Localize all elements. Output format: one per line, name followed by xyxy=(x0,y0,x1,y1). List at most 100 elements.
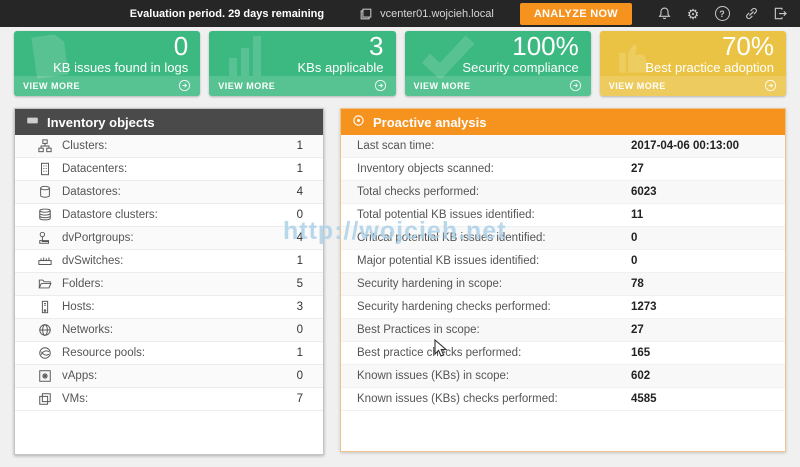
analysis-row-label: Security hardening checks performed: xyxy=(357,301,551,313)
analysis-row-known-issues-scope: Known issues (KBs) in scope: 602 xyxy=(341,365,785,388)
analysis-row-objects-scanned: Inventory objects scanned: 27 xyxy=(341,158,785,181)
card-kbs-applicable: 3 KBs applicable VIEW MORE xyxy=(209,31,396,96)
analysis-row-value: 6023 xyxy=(631,186,657,198)
card-kb-issues: 0 KB issues found in logs VIEW MORE xyxy=(14,31,201,96)
inventory-row-label: VMs: xyxy=(62,393,89,405)
inventory-row-label: Clusters: xyxy=(62,140,108,152)
inventory-row-value: 0 xyxy=(296,370,303,382)
analysis-row-value: 602 xyxy=(631,370,651,382)
datastore-clusters-icon xyxy=(37,207,53,223)
link-icon[interactable] xyxy=(743,6,759,22)
analyze-now-button[interactable]: ANALYZE NOW xyxy=(519,2,632,25)
inventory-row-label: vApps: xyxy=(62,370,98,382)
arrow-circle-icon xyxy=(178,79,191,94)
host-icon xyxy=(358,6,374,22)
analysis-row-last-scan: Last scan time: 2017-04-06 00:13:00 xyxy=(341,135,785,158)
dvswitches-icon xyxy=(37,253,53,269)
folders-icon xyxy=(37,276,53,292)
card-value: 100% xyxy=(512,31,579,61)
view-more-label: VIEW MORE xyxy=(413,81,471,91)
hosts-icon xyxy=(37,299,53,315)
vapps-icon xyxy=(37,368,53,384)
sign-out-icon[interactable] xyxy=(772,6,788,22)
inventory-panel-title: Inventory objects xyxy=(47,114,155,130)
networks-icon xyxy=(37,322,53,338)
inventory-row-vms: VMs: 7 xyxy=(15,388,323,411)
inventory-row-value: 3 xyxy=(296,301,303,313)
analysis-row-label: Total potential KB issues identified: xyxy=(357,209,535,221)
analysis-row-label: Critical potential KB issues identified: xyxy=(357,232,546,244)
analysis-row-label: Major potential KB issues identified: xyxy=(357,255,540,267)
analysis-row-label: Inventory objects scanned: xyxy=(357,163,494,175)
inventory-row-clusters: Clusters: 1 xyxy=(15,135,323,158)
target-circle-icon xyxy=(352,114,365,130)
view-more-best-practice[interactable]: VIEW MORE xyxy=(599,76,786,96)
top-bar: Evaluation period. 29 days remaining vce… xyxy=(0,0,800,27)
inventory-row-value: 7 xyxy=(296,393,303,405)
analysis-panel-header: Proactive analysis xyxy=(341,109,785,135)
analysis-row-total-checks: Total checks performed: 6023 xyxy=(341,181,785,204)
analysis-row-label: Best Practices in scope: xyxy=(357,324,480,336)
analysis-row-major-kb-issues: Major potential KB issues identified: 0 xyxy=(341,250,785,273)
card-label: KBs applicable xyxy=(297,60,384,75)
inventory-row-label: dvPortgroups: xyxy=(62,232,134,244)
inventory-row-label: Hosts: xyxy=(62,301,95,313)
inventory-row-datastore-clusters: Datastore clusters: 0 xyxy=(15,204,323,227)
analysis-row-total-kb-issues: Total potential KB issues identified: 11 xyxy=(341,204,785,227)
card-value: 0 xyxy=(173,31,189,61)
card-label: Security compliance xyxy=(462,60,579,75)
analysis-row-label: Known issues (KBs) in scope: xyxy=(357,370,510,382)
view-more-security[interactable]: VIEW MORE xyxy=(404,76,591,96)
view-more-kbs-applicable[interactable]: VIEW MORE xyxy=(209,76,396,96)
card-label: KB issues found in logs xyxy=(53,60,189,75)
datacenters-icon xyxy=(37,161,53,177)
evaluation-period-text: Evaluation period. 29 days remaining xyxy=(129,7,325,20)
analysis-row-value: 165 xyxy=(631,347,651,359)
analysis-row-value: 2017-04-06 00:13:00 xyxy=(631,140,740,152)
help-icon[interactable]: ? xyxy=(714,6,730,22)
arrow-circle-icon xyxy=(374,79,387,94)
view-more-label: VIEW MORE xyxy=(218,81,276,91)
view-more-kb-issues[interactable]: VIEW MORE xyxy=(14,76,201,96)
bell-icon[interactable] xyxy=(656,6,672,22)
clusters-icon xyxy=(37,138,53,154)
inventory-row-label: Resource pools: xyxy=(62,347,146,359)
analysis-row-value: 0 xyxy=(631,255,638,267)
inventory-row-label: dvSwitches: xyxy=(62,255,124,267)
analysis-panel-title: Proactive analysis xyxy=(373,114,487,130)
dvportgroups-icon xyxy=(37,230,53,246)
vcenter-selector[interactable]: vcenter01.wojcieh.local xyxy=(358,6,494,22)
card-best-practice-main: 70% Best practice adoption xyxy=(600,31,786,76)
analysis-row-known-issues-checks: Known issues (KBs) checks performed: 458… xyxy=(341,388,785,411)
inventory-row-vapps: vApps: 0 xyxy=(15,365,323,388)
inventory-row-value: 1 xyxy=(296,163,303,175)
inventory-row-hosts: Hosts: 3 xyxy=(15,296,323,319)
inventory-row-dvswitches: dvSwitches: 1 xyxy=(15,250,323,273)
arrow-circle-icon xyxy=(569,79,582,94)
view-more-label: VIEW MORE xyxy=(23,81,81,91)
inventory-row-dvportgroups: dvPortgroups: 4 xyxy=(15,227,323,250)
analysis-row-value: 11 xyxy=(631,209,644,221)
card-best-practice: 70% Best practice adoption VIEW MORE xyxy=(599,31,786,96)
inventory-row-value: 1 xyxy=(296,140,303,152)
inventory-row-value: 1 xyxy=(296,255,303,267)
inventory-row-value: 4 xyxy=(296,232,303,244)
inventory-header-icon xyxy=(26,114,39,130)
analysis-row-value: 1273 xyxy=(631,301,657,313)
inventory-row-datastores: Datastores: 4 xyxy=(15,181,323,204)
inventory-panel-header: Inventory objects xyxy=(15,109,323,135)
inventory-rows: Clusters: 1 Datacenters: 1 Datastores: 4… xyxy=(15,135,323,411)
analysis-row-value: 78 xyxy=(631,278,644,290)
inventory-row-value: 1 xyxy=(296,347,303,359)
inventory-row-value: 0 xyxy=(296,324,303,336)
proactive-analysis-panel: Proactive analysis Last scan time: 2017-… xyxy=(340,108,786,452)
view-more-label: VIEW MORE xyxy=(608,81,666,91)
inventory-row-label: Datacenters: xyxy=(62,163,128,175)
analysis-row-security-checks: Security hardening checks performed: 127… xyxy=(341,296,785,319)
inventory-row-label: Folders: xyxy=(62,278,104,290)
vms-icon xyxy=(37,391,53,407)
analysis-row-best-practices-scope: Best Practices in scope: 27 xyxy=(341,319,785,342)
card-kbs-applicable-main: 3 KBs applicable xyxy=(209,31,395,76)
gear-icon[interactable]: ⚙ xyxy=(685,6,701,22)
analysis-row-label: Last scan time: xyxy=(357,140,435,152)
